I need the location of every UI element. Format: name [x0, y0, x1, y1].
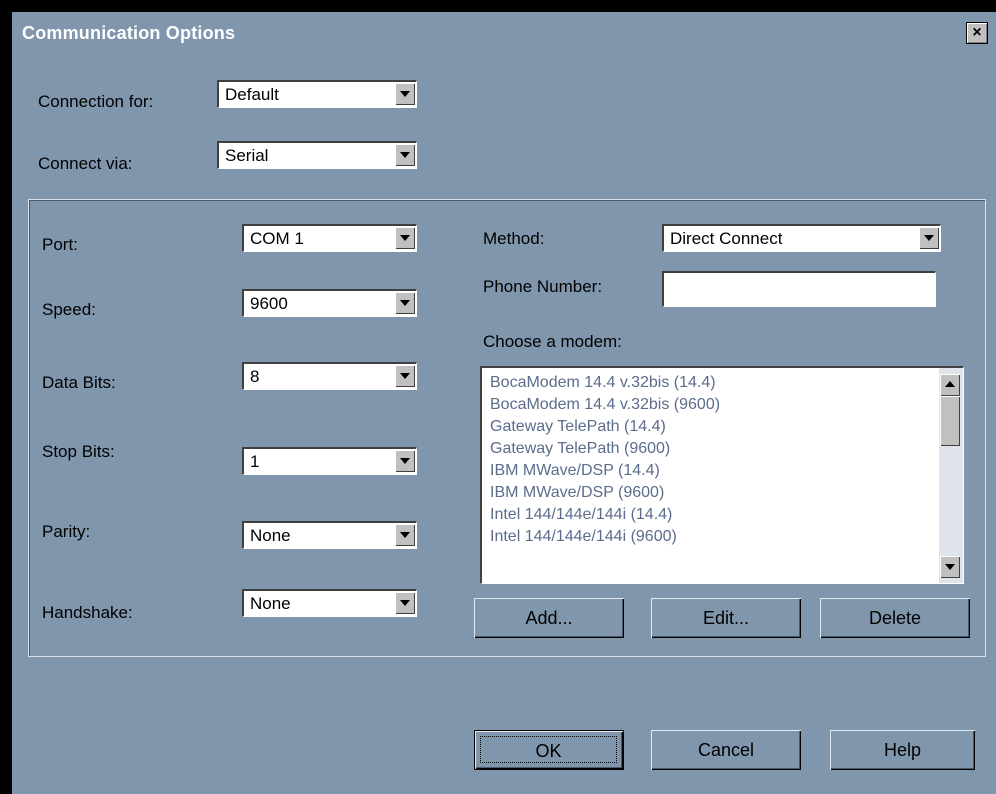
chevron-down-icon[interactable] — [395, 450, 415, 472]
data-bits-value: 8 — [250, 367, 260, 386]
speed-select[interactable]: 9600 — [242, 289, 417, 317]
chevron-down-icon[interactable] — [395, 365, 415, 387]
parity-select[interactable]: None — [242, 521, 417, 549]
chevron-down-icon[interactable] — [395, 83, 415, 105]
cancel-button[interactable]: Cancel — [651, 730, 801, 770]
scroll-down-icon[interactable] — [940, 556, 960, 578]
modem-list-scrollbar[interactable] — [939, 368, 963, 583]
chevron-down-icon[interactable] — [395, 524, 415, 546]
close-button[interactable]: × — [966, 22, 988, 44]
scrollbar-thumb[interactable] — [940, 396, 960, 446]
scroll-up-icon[interactable] — [940, 374, 960, 396]
communication-options-dialog: Communication Options × Connection for: … — [0, 0, 996, 794]
stop-bits-value: 1 — [250, 452, 260, 471]
chevron-down-icon[interactable] — [395, 592, 415, 614]
stop-bits-label: Stop Bits: — [42, 442, 115, 461]
delete-modem-button[interactable]: Delete — [820, 598, 970, 638]
data-bits-select[interactable]: 8 — [242, 362, 417, 390]
connect-via-label: Connect via: — [38, 154, 133, 173]
add-modem-button[interactable]: Add... — [474, 598, 624, 638]
handshake-select[interactable]: None — [242, 589, 417, 617]
edit-modem-button[interactable]: Edit... — [651, 598, 801, 638]
connection-for-select[interactable]: Default — [217, 80, 417, 108]
connection-for-label: Connection for: — [38, 92, 154, 111]
list-item[interactable]: Intel 144/144e/144i (9600) — [490, 528, 677, 546]
list-item[interactable]: BocaModem 14.4 v.32bis (14.4) — [490, 374, 716, 392]
chevron-down-icon[interactable] — [395, 144, 415, 166]
phone-number-field[interactable] — [662, 271, 936, 307]
help-button[interactable]: Help — [830, 730, 975, 770]
window-title: Communication Options — [22, 23, 236, 43]
connect-via-value: Serial — [225, 146, 269, 165]
port-value: COM 1 — [250, 229, 304, 248]
method-label: Method: — [483, 229, 545, 248]
method-select[interactable]: Direct Connect — [662, 224, 941, 252]
title-bar[interactable]: Communication Options × — [12, 20, 988, 48]
connect-via-select[interactable]: Serial — [217, 141, 417, 169]
close-icon: × — [972, 24, 982, 41]
list-item[interactable]: Gateway TelePath (9600) — [490, 440, 670, 458]
parity-value: None — [250, 526, 291, 545]
ok-button[interactable]: OK — [474, 730, 624, 770]
stop-bits-select[interactable]: 1 — [242, 447, 417, 475]
chevron-down-icon[interactable] — [395, 292, 415, 314]
method-value: Direct Connect — [670, 229, 783, 248]
chevron-down-icon[interactable] — [395, 227, 415, 249]
list-item[interactable]: IBM MWave/DSP (9600) — [490, 484, 664, 502]
modem-list[interactable]: BocaModem 14.4 v.32bis (14.4) BocaModem … — [480, 366, 964, 584]
data-bits-label: Data Bits: — [42, 373, 116, 392]
port-select[interactable]: COM 1 — [242, 224, 417, 252]
list-item[interactable]: Gateway TelePath (14.4) — [490, 418, 666, 436]
handshake-value: None — [250, 594, 291, 613]
ok-label: OK — [480, 736, 617, 763]
list-item[interactable]: BocaModem 14.4 v.32bis (9600) — [490, 396, 720, 414]
port-label: Port: — [42, 235, 78, 254]
chevron-down-icon[interactable] — [919, 227, 939, 249]
choose-modem-label: Choose a modem: — [483, 332, 622, 351]
phone-number-label: Phone Number: — [483, 277, 603, 296]
list-item[interactable]: IBM MWave/DSP (14.4) — [490, 462, 660, 480]
speed-value: 9600 — [250, 294, 288, 313]
speed-label: Speed: — [42, 300, 96, 319]
handshake-label: Handshake: — [42, 603, 133, 622]
parity-label: Parity: — [42, 522, 91, 541]
list-item[interactable]: Intel 144/144e/144i (14.4) — [490, 506, 672, 524]
connection-for-value: Default — [225, 85, 279, 104]
